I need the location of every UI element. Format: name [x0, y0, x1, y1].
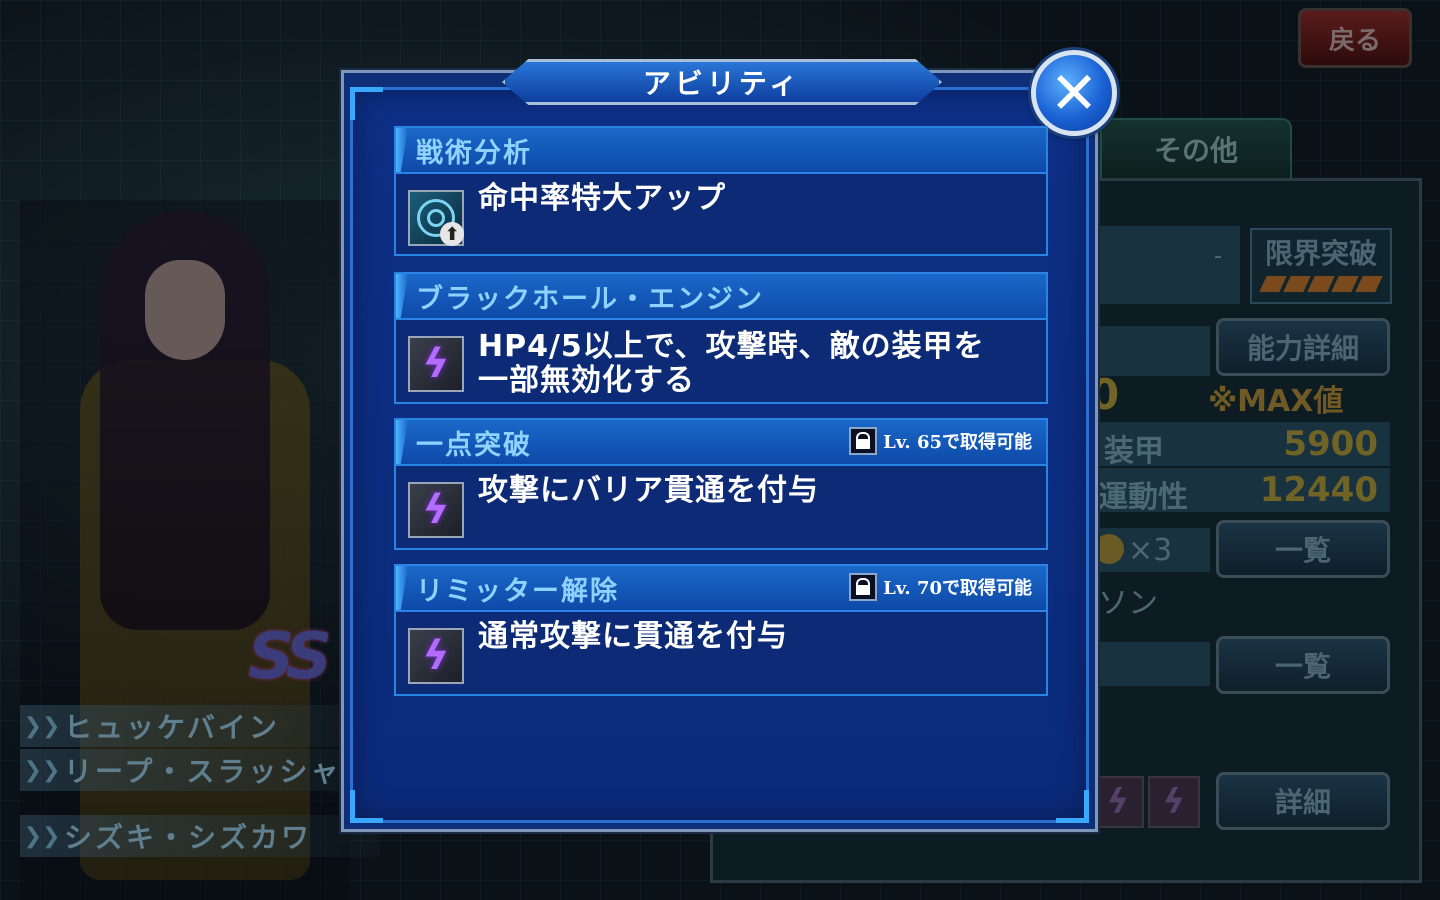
- ability-header: 戦術分析: [396, 128, 1046, 174]
- list-button[interactable]: 一覧: [1216, 636, 1390, 694]
- panel-row: [1098, 642, 1210, 686]
- back-button[interactable]: 戻る: [1298, 8, 1412, 68]
- ability-name: 戦術分析: [416, 137, 532, 169]
- bolt-icon: ϟ: [1092, 776, 1144, 828]
- ability-card: 一点突破 Lv. 65で取得可能 ϟ 攻撃にバリア貫通を付与: [394, 418, 1048, 550]
- details-button[interactable]: 詳細: [1216, 772, 1390, 830]
- lock-icon: [849, 427, 878, 455]
- ability-header: 一点突破 Lv. 65で取得可能: [396, 420, 1046, 466]
- stat-label-mobility: 運動性: [1098, 480, 1188, 515]
- unit-name-row: ❯❯ ヒュッケバイン: [20, 705, 380, 747]
- chevron-icon: ❯❯: [23, 713, 61, 739]
- chevron-icon: ❯❯: [23, 757, 61, 783]
- ability-body: ϟ 攻撃にバリア貫通を付与: [396, 466, 1046, 538]
- arrow-up-icon: ⬆: [440, 222, 464, 246]
- pilot-name-row: ❯❯ シズキ・シズカワ: [20, 815, 380, 857]
- stat-value-mobility: 12440: [1259, 470, 1378, 510]
- ability-description: 通常攻撃に貫通を付与: [478, 619, 788, 654]
- panel-row: [1098, 326, 1210, 376]
- ability-header: リミッター解除 Lv. 70で取得可能: [396, 566, 1046, 612]
- bolt-icon: ϟ: [408, 336, 464, 392]
- ability-body: ⬆ 命中率特大アップ: [396, 174, 1046, 246]
- limit-break-box: 限界突破: [1250, 228, 1392, 304]
- ability-header: ブラックホール・エンジン: [396, 274, 1046, 320]
- unlock-level-text: Lv. 70で取得可能: [883, 578, 1032, 599]
- empty-value: -: [1214, 244, 1222, 269]
- pilot-name: シズキ・シズカワ: [64, 821, 313, 854]
- bolt-icon: ϟ: [408, 482, 464, 538]
- ability-name: ブラックホール・エンジン: [416, 283, 764, 315]
- ability-card: 戦術分析 ⬆ 命中率特大アップ: [394, 126, 1048, 256]
- close-icon: ✕: [1049, 59, 1099, 127]
- limit-break-gauge: [1252, 276, 1390, 292]
- ability-detail-button[interactable]: 能力詳細: [1216, 318, 1390, 376]
- unit-name: ヒュッケバイン: [64, 711, 280, 744]
- max-note: ※MAX値: [1208, 384, 1344, 419]
- weapon-name-row: ❯❯ リープ・スラッシャー: [20, 749, 380, 791]
- lock-requirement: Lv. 70で取得可能: [849, 573, 1032, 601]
- close-button[interactable]: ✕: [1031, 50, 1117, 136]
- ability-name: 一点突破: [416, 429, 532, 461]
- ability-body: ϟ 通常攻撃に貫通を付与: [396, 612, 1046, 684]
- unlock-level-text: Lv. 65で取得可能: [883, 432, 1032, 453]
- weapon-name: リープ・スラッシャー: [64, 755, 373, 788]
- partial-name: ソン: [1098, 586, 1158, 621]
- ability-description: 攻撃にバリア貫通を付与: [478, 473, 819, 508]
- ability-card: リミッター解除 Lv. 70で取得可能 ϟ 通常攻撃に貫通を付与: [394, 564, 1048, 696]
- bolt-icon: ϟ: [408, 628, 464, 684]
- tab-other[interactable]: その他: [1100, 118, 1292, 178]
- ability-body: ϟ HP4/5以上で、攻撃時、敵の装甲を 一部無効化する: [396, 320, 1046, 398]
- lock-requirement: Lv. 65で取得可能: [849, 427, 1032, 455]
- item-count: ×3: [1128, 533, 1173, 568]
- ability-card: ブラックホール・エンジン ϟ HP4/5以上で、攻撃時、敵の装甲を 一部無効化す…: [394, 272, 1048, 404]
- list-button[interactable]: 一覧: [1216, 520, 1390, 578]
- ability-name: リミッター解除: [416, 575, 619, 607]
- accuracy-up-icon: ⬆: [408, 190, 464, 246]
- stat-label-armor: 装甲: [1104, 434, 1164, 469]
- bolt-icon: ϟ: [1148, 776, 1200, 828]
- lock-icon: [849, 573, 878, 601]
- modal-title: アビリティ: [502, 59, 942, 105]
- ability-description: 命中率特大アップ: [478, 181, 726, 216]
- limit-break-label: 限界突破: [1264, 237, 1377, 270]
- rarity-logo: SS: [248, 620, 332, 694]
- ability-description: HP4/5以上で、攻撃時、敵の装甲を 一部無効化する: [478, 329, 985, 398]
- stat-value-armor: 5900: [1283, 424, 1378, 464]
- coin-icon: [1094, 534, 1124, 564]
- chevron-icon: ❯❯: [23, 823, 61, 849]
- unit-name-list: ❯❯ ヒュッケバイン ❯❯ リープ・スラッシャー ❯❯ シズキ・シズカワ: [20, 705, 380, 859]
